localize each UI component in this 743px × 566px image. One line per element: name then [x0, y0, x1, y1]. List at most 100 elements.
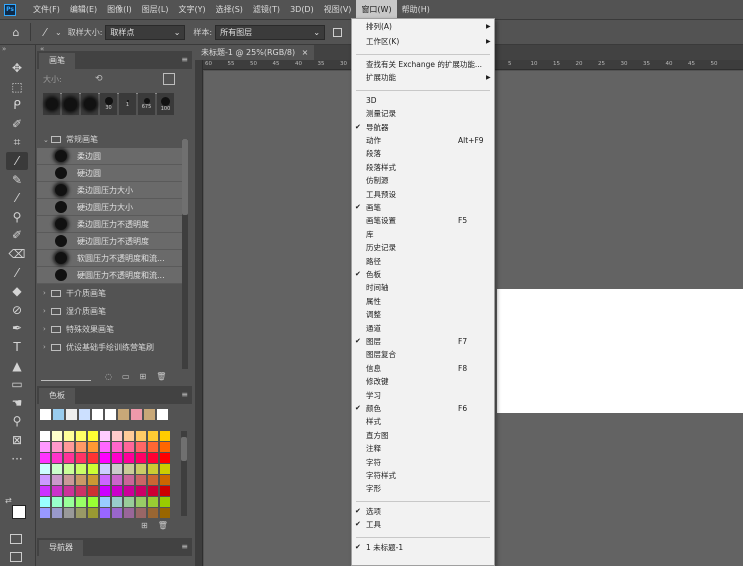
pen-tool-icon[interactable]: ✒	[6, 319, 28, 337]
color-swatch[interactable]	[52, 464, 62, 474]
brush-group-open[interactable]: ⌄ 常规画笔	[37, 131, 182, 148]
color-swatch[interactable]	[88, 431, 98, 441]
color-swatch[interactable]	[76, 431, 86, 441]
color-swatch[interactable]	[148, 508, 158, 518]
new-group-icon[interactable]: ▭	[122, 372, 130, 381]
brush-preset[interactable]: 1	[119, 93, 136, 115]
color-swatch[interactable]	[100, 486, 110, 496]
window-menu-item[interactable]: ✔ 色板	[352, 269, 494, 280]
window-menu-item[interactable]: 段落	[352, 148, 494, 159]
color-swatch[interactable]	[148, 486, 158, 496]
color-swatch[interactable]	[76, 442, 86, 452]
window-menu-item[interactable]: 仿制源	[352, 175, 494, 186]
color-swatch[interactable]	[112, 453, 122, 463]
panel-menu-icon[interactable]: ≡	[181, 542, 188, 551]
color-swatch[interactable]	[160, 508, 170, 518]
window-menu-item[interactable]: ✔ 1 未标题-1	[352, 542, 494, 553]
menu-5[interactable]: 选择(S)	[211, 0, 248, 19]
color-swatch[interactable]	[76, 475, 86, 485]
color-swatch[interactable]	[124, 475, 134, 485]
brush-item[interactable]: 软圆压力不透明度和流...	[37, 250, 182, 267]
menu-3[interactable]: 图层(L)	[137, 0, 174, 19]
color-swatch[interactable]	[160, 464, 170, 474]
menu-0[interactable]: 文件(F)	[28, 0, 65, 19]
window-menu-item[interactable]: 注释	[352, 443, 494, 454]
path-select-tool-icon[interactable]: ▲	[6, 357, 28, 375]
brush-list-scroll-thumb[interactable]	[182, 139, 188, 215]
swap-colors-icon[interactable]: ⇄	[5, 496, 12, 505]
brush-item[interactable]: 柔边圆压力大小	[37, 182, 182, 199]
color-swatch[interactable]	[148, 442, 158, 452]
window-menu-item[interactable]: 动作 Alt+F9	[352, 135, 494, 146]
color-swatch[interactable]	[136, 464, 146, 474]
color-swatch[interactable]	[64, 453, 74, 463]
recent-swatch[interactable]	[157, 409, 168, 420]
brush-preset[interactable]	[43, 93, 60, 115]
color-swatch[interactable]	[52, 442, 62, 452]
recent-swatch[interactable]	[40, 409, 51, 420]
screen-mode-icon[interactable]	[10, 552, 22, 562]
window-menu-item[interactable]: ✔ 颜色 F6	[352, 403, 494, 414]
color-swatch[interactable]	[160, 442, 170, 452]
color-swatch[interactable]	[136, 453, 146, 463]
color-swatch[interactable]	[100, 497, 110, 507]
color-swatch[interactable]	[76, 508, 86, 518]
color-swatch[interactable]	[76, 497, 86, 507]
color-swatch[interactable]	[112, 486, 122, 496]
color-swatch[interactable]	[124, 442, 134, 452]
recent-swatch[interactable]	[66, 409, 77, 420]
recent-swatch[interactable]	[92, 409, 103, 420]
color-swatch[interactable]	[148, 453, 158, 463]
swatches-scroll-thumb[interactable]	[181, 437, 187, 461]
window-menu-item[interactable]: 段落样式	[352, 162, 494, 173]
brush-tool-icon[interactable]: ⁄	[6, 189, 28, 207]
trash-icon[interactable]: 🗑	[158, 521, 168, 530]
color-swatch[interactable]	[112, 431, 122, 441]
brush-item[interactable]: 柔边圆	[37, 148, 182, 165]
brush-group[interactable]: › 干介质画笔	[37, 284, 182, 302]
window-menu-item[interactable]: ✔ 工具	[352, 519, 494, 530]
quick-mask-icon[interactable]	[10, 534, 22, 544]
chevron-down-icon[interactable]: ⌄	[55, 28, 62, 37]
window-menu-item[interactable]: 字形	[352, 483, 494, 494]
window-menu-item[interactable]: 信息 F8	[352, 363, 494, 374]
color-swatch[interactable]	[52, 453, 62, 463]
window-menu-item[interactable]: 属性	[352, 296, 494, 307]
recent-swatch[interactable]	[53, 409, 64, 420]
color-swatch[interactable]	[52, 486, 62, 496]
color-swatch[interactable]	[40, 475, 50, 485]
color-swatch[interactable]	[100, 442, 110, 452]
window-menu-item[interactable]: 排列(A) ▶	[352, 21, 494, 32]
menu-9[interactable]: 窗口(W)	[356, 0, 397, 19]
brush-eye-icon[interactable]: ◌	[105, 372, 112, 381]
color-swatch[interactable]	[64, 486, 74, 496]
recent-swatch[interactable]	[105, 409, 116, 420]
window-menu-item[interactable]: 路径	[352, 256, 494, 267]
blur-tool-icon[interactable]: ◆	[6, 282, 28, 300]
tab-swatches[interactable]: 色板	[39, 388, 75, 404]
brush-preset[interactable]	[62, 93, 79, 115]
new-swatch-icon[interactable]: ⊞	[141, 521, 148, 530]
color-swatch[interactable]	[100, 464, 110, 474]
color-swatch[interactable]	[148, 497, 158, 507]
menu-7[interactable]: 3D(D)	[285, 0, 319, 19]
color-swatch[interactable]	[160, 475, 170, 485]
window-menu-item[interactable]: 字符	[352, 457, 494, 468]
frame-tool-icon[interactable]: ⊠	[6, 431, 28, 449]
color-swatch[interactable]	[112, 497, 122, 507]
recent-swatch[interactable]	[131, 409, 142, 420]
home-icon[interactable]: ⌂	[8, 24, 24, 40]
sample-size-select[interactable]: 取样点 ⌄	[105, 24, 186, 40]
panel-menu-icon[interactable]: ≡	[181, 390, 188, 399]
zoom-tool-icon[interactable]: ⚲	[6, 412, 28, 430]
color-swatch[interactable]	[40, 486, 50, 496]
color-swatch[interactable]	[88, 464, 98, 474]
window-menu-item[interactable]: 修改键	[352, 376, 494, 387]
eyedropper-tool-icon[interactable]: ⁄	[6, 152, 28, 170]
window-menu-item[interactable]: 调整	[352, 309, 494, 320]
window-menu-item[interactable]: 时间轴	[352, 282, 494, 293]
color-swatch[interactable]	[136, 497, 146, 507]
eyedropper-icon[interactable]: ⁄	[37, 24, 53, 40]
rectangle-tool-icon[interactable]: ▭	[6, 375, 28, 393]
color-swatch[interactable]	[40, 431, 50, 441]
